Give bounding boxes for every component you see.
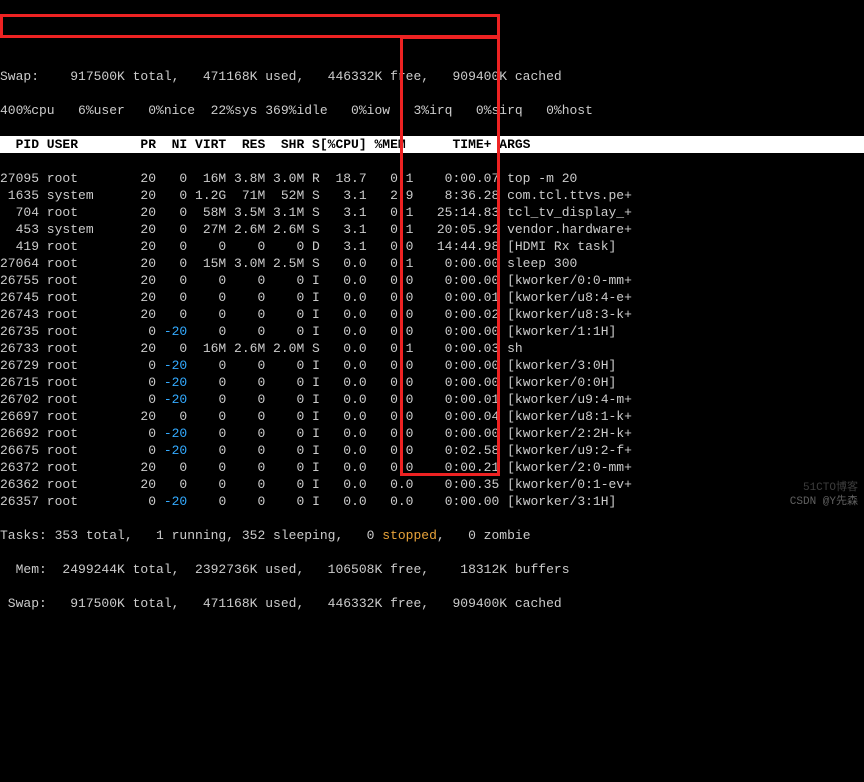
process-row[interactable]: 26743 root 20 0 0 0 0 I 0.0 0.0 0:00.02 … bbox=[0, 306, 864, 323]
process-row[interactable]: 1635 system 20 0 1.2G 71M 52M S 3.1 2.9 … bbox=[0, 187, 864, 204]
process-row[interactable]: 27064 root 20 0 15M 3.0M 2.5M S 0.0 0.1 … bbox=[0, 255, 864, 272]
process-row[interactable]: 26675 root 0 -20 0 0 0 I 0.0 0.0 0:02.58… bbox=[0, 442, 864, 459]
process-row[interactable]: 26755 root 20 0 0 0 0 I 0.0 0.0 0:00.00 … bbox=[0, 272, 864, 289]
process-row[interactable]: 26702 root 0 -20 0 0 0 I 0.0 0.0 0:00.01… bbox=[0, 391, 864, 408]
process-row[interactable]: 26692 root 0 -20 0 0 0 I 0.0 0.0 0:00.00… bbox=[0, 425, 864, 442]
process-row[interactable]: 704 root 20 0 58M 3.5M 3.1M S 3.1 0.1 25… bbox=[0, 204, 864, 221]
process-row[interactable]: 26733 root 20 0 16M 2.6M 2.0M S 0.0 0.1 … bbox=[0, 340, 864, 357]
process-row[interactable]: 26697 root 20 0 0 0 0 I 0.0 0.0 0:00.04 … bbox=[0, 408, 864, 425]
swap-top-line: Swap: 917500K total, 471168K used, 44633… bbox=[0, 68, 864, 85]
swap-line: Swap: 917500K total, 471168K used, 44633… bbox=[0, 595, 864, 612]
tasks-line: Tasks: 353 total, 1 running, 352 sleepin… bbox=[0, 527, 864, 544]
process-row[interactable]: 26715 root 0 -20 0 0 0 I 0.0 0.0 0:00.00… bbox=[0, 374, 864, 391]
csdn-attribution: CSDN @Y先森 bbox=[790, 494, 858, 511]
highlight-box-cpu-summary bbox=[0, 14, 500, 38]
process-row[interactable]: 26357 root 0 -20 0 0 0 I 0.0 0.0 0:00.00… bbox=[0, 493, 864, 510]
process-row[interactable]: 26372 root 20 0 0 0 0 I 0.0 0.0 0:00.21 … bbox=[0, 459, 864, 476]
process-row[interactable]: 26729 root 0 -20 0 0 0 I 0.0 0.0 0:00.00… bbox=[0, 357, 864, 374]
process-row[interactable]: 419 root 20 0 0 0 0 D 3.1 0.0 14:44.98 [… bbox=[0, 238, 864, 255]
process-row[interactable]: 26735 root 0 -20 0 0 0 I 0.0 0.0 0:00.00… bbox=[0, 323, 864, 340]
process-row[interactable]: 453 system 20 0 27M 2.6M 2.6M S 3.1 0.1 … bbox=[0, 221, 864, 238]
process-row[interactable]: 27095 root 20 0 16M 3.8M 3.0M R 18.7 0.1… bbox=[0, 170, 864, 187]
process-table-header: PID USER PR NI VIRT RES SHR S[%CPU] %MEM… bbox=[0, 136, 864, 153]
mem-line: Mem: 2499244K total, 2392736K used, 1065… bbox=[0, 561, 864, 578]
process-row[interactable]: 26362 root 20 0 0 0 0 I 0.0 0.0 0:00.35 … bbox=[0, 476, 864, 493]
process-row[interactable]: 26745 root 20 0 0 0 0 I 0.0 0.0 0:00.01 … bbox=[0, 289, 864, 306]
cpu-summary-line: 400%cpu 6%user 0%nice 22%sys 369%idle 0%… bbox=[0, 102, 864, 119]
